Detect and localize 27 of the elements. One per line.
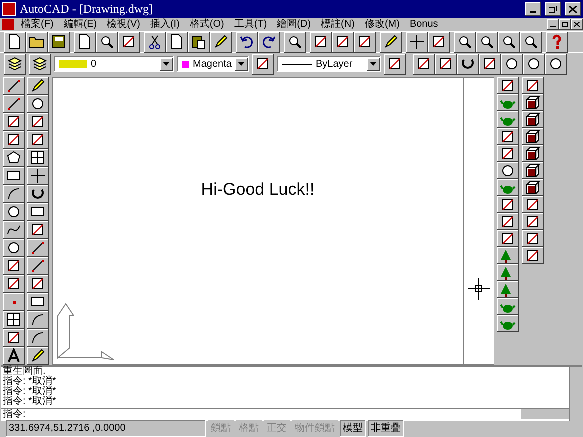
menu-item[interactable]: 檢視(V) <box>102 20 146 30</box>
command-history-line: 指令: *取消* <box>3 397 58 407</box>
menu-item[interactable]: 工具(T) <box>229 20 272 30</box>
menu-item[interactable]: 標註(N) <box>316 20 360 30</box>
layer-dropdown[interactable]: 0 <box>54 56 174 72</box>
command-history-line: 指令: *取消* <box>3 387 58 397</box>
command-input-field[interactable]: 指令: <box>1 409 521 421</box>
layer-name: 0 <box>91 58 97 72</box>
menu-item[interactable]: 插入(I) <box>145 20 185 30</box>
menu-item[interactable]: 繪圖(D) <box>272 20 316 30</box>
color-name: Magenta <box>193 58 232 72</box>
coordinates-readout: 331.6974,51.2716 ,0.0000 <box>6 420 206 437</box>
color-dropdown[interactable]: Magenta <box>177 56 249 72</box>
drawing-canvas[interactable]: Hi-Good Luck!! <box>52 77 464 365</box>
menu-item[interactable]: 格式(O) <box>184 20 230 30</box>
menu-item[interactable]: 修改(M) <box>360 20 405 30</box>
menu-item[interactable]: 編輯(E) <box>58 20 102 30</box>
command-history-line: 重生圖面. <box>3 367 46 377</box>
status-toggle[interactable]: 非重疊 <box>368 420 404 437</box>
linetype-name: ByLayer <box>316 58 353 72</box>
status-toggle[interactable]: 模型 <box>340 420 366 437</box>
menu-item[interactable]: Bonus <box>404 20 444 30</box>
linetype-dropdown[interactable]: ByLayer <box>277 56 381 72</box>
command-history-line: 指令: *取消* <box>3 377 58 387</box>
menu-item[interactable]: 檔案(F) <box>16 20 59 30</box>
window-title: AutoCAD - [Drawing.dwg] <box>20 1 154 18</box>
drawing-text: Hi-Good Luck!! <box>201 179 315 202</box>
